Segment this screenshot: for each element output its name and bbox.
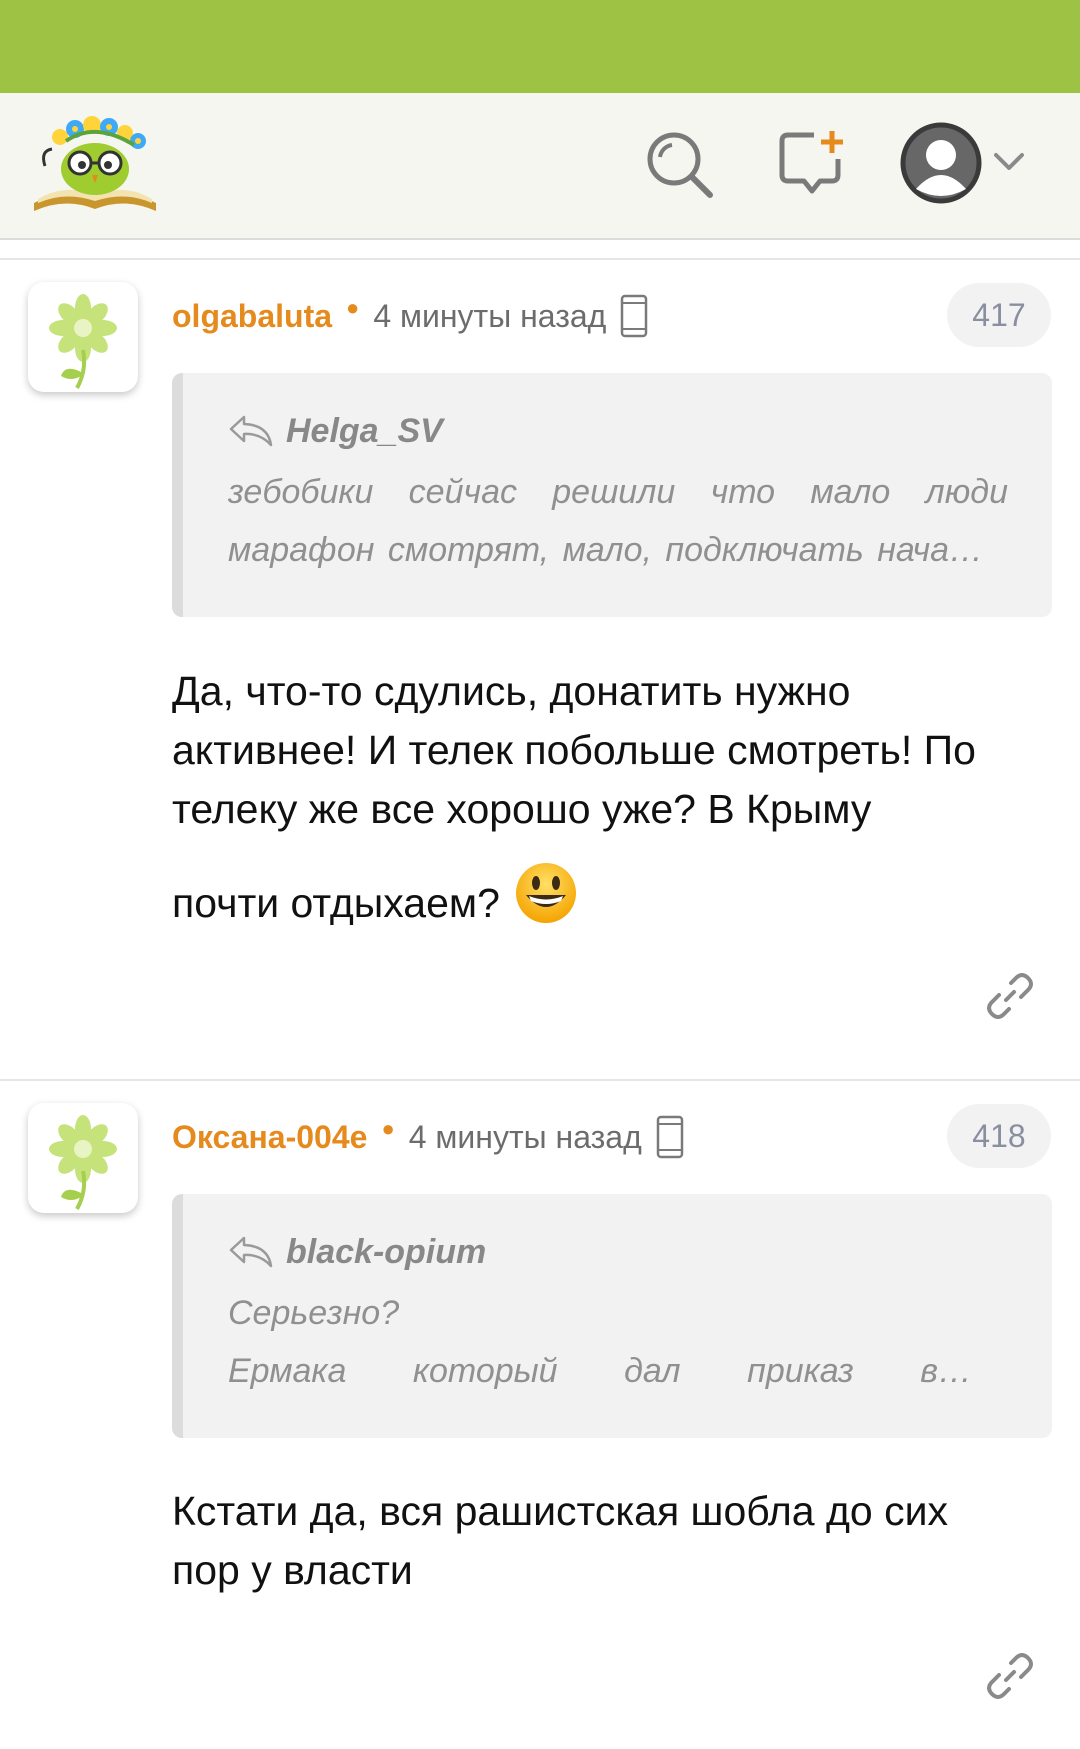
- quote-word: сейчас: [408, 473, 517, 511]
- reply-icon: [229, 415, 273, 447]
- quote-word: люди: [925, 473, 1008, 511]
- logo[interactable]: [30, 111, 160, 221]
- quote-block[interactable]: Helga_SV зебобики сейчас решили что мало…: [172, 373, 1052, 617]
- comment-author[interactable]: olgabaluta: [172, 298, 332, 335]
- quote-author: Helga_SV: [286, 411, 443, 450]
- flower-avatar-icon: [49, 1115, 117, 1210]
- chevron-down-icon: [994, 153, 1024, 170]
- quote-text-line: марафон смотрят, мало, подключать нача…: [228, 531, 984, 569]
- comment-author[interactable]: Оксана-004е: [172, 1119, 367, 1156]
- commenter-avatar[interactable]: [28, 282, 138, 392]
- comment-meta: Оксана-004е ● 4 минуты назад: [172, 1115, 684, 1159]
- mobile-phone-icon: [656, 1115, 684, 1159]
- author-dot: ●: [381, 1116, 395, 1141]
- user-menu-button[interactable]: [899, 121, 983, 205]
- divider: [0, 258, 1080, 260]
- status-bar: [0, 0, 1080, 93]
- divider: [0, 1079, 1080, 1081]
- mobile-phone-icon: [621, 294, 648, 338]
- quote-word: который: [412, 1352, 558, 1390]
- quote-word: Ермака: [228, 1352, 347, 1390]
- quote-word: мало: [810, 473, 891, 511]
- logo-owl-book-icon: [34, 116, 156, 211]
- comment-number[interactable]: 417: [947, 283, 1051, 347]
- comment-body-line: почти отдыхаем?: [172, 880, 500, 926]
- app-header: [0, 93, 1080, 240]
- comment-body: Да, что-то сдулись, донатить нужно актив…: [172, 662, 1052, 933]
- comment-body-line: Кстати да, вся рашистская шобла до сих: [172, 1488, 949, 1534]
- quote-text-line: зебобики сейчас решили что мало люди: [228, 473, 1008, 512]
- grinning-face-emoji: [515, 863, 576, 923]
- link-icon: [987, 1653, 1033, 1699]
- reply-icon: [229, 1236, 273, 1268]
- comment-body-line: пор у власти: [172, 1547, 413, 1593]
- author-dot: ●: [346, 295, 360, 320]
- search-button[interactable]: [644, 129, 716, 201]
- comment-body-line: Да, что-то сдулись, донатить нужно: [172, 668, 851, 714]
- comment-body-line: активнее! И телек побольше смотреть! По: [172, 727, 976, 773]
- quote-word: зебобики: [228, 473, 374, 511]
- comment-meta: olgabaluta ● 4 минуты назад: [172, 294, 648, 338]
- user-menu-chevron[interactable]: [992, 147, 1026, 177]
- quote-word: в…: [920, 1352, 972, 1390]
- search-icon: [647, 132, 713, 198]
- comment-body-line: телеку же все хорошо уже? В Крыму: [172, 786, 872, 832]
- commenter-avatar[interactable]: [28, 1103, 138, 1213]
- quote-text-line: Ермака который дал приказ в…: [228, 1352, 972, 1391]
- quote-word: что: [710, 473, 776, 511]
- comment-link-button[interactable]: [984, 1650, 1036, 1702]
- quote-word: дал: [624, 1352, 681, 1390]
- comment-body-line-wrap: почти отдыхаем?: [172, 861, 1052, 933]
- quote-text-line: Серьезно?: [228, 1294, 400, 1332]
- link-icon: [987, 973, 1033, 1019]
- quote-word: решили: [552, 473, 676, 511]
- comment-number[interactable]: 418: [947, 1104, 1051, 1168]
- comment-time: 4 минуты назад: [373, 297, 607, 334]
- comment-body: Кстати да, вся рашистская шобла до сих п…: [172, 1482, 1052, 1600]
- quote-word: приказ: [747, 1352, 854, 1390]
- new-message-icon: [779, 131, 843, 194]
- comment-time: 4 минуты назад: [408, 1118, 642, 1155]
- flower-avatar-icon: [49, 294, 117, 389]
- new-message-button[interactable]: [776, 129, 848, 201]
- user-avatar-icon: [900, 122, 982, 204]
- quote-block[interactable]: black-opium Серьезно? Ермака который дал…: [172, 1194, 1052, 1438]
- comment-link-button[interactable]: [984, 970, 1036, 1022]
- quote-author: black-opium: [286, 1232, 487, 1271]
- quote-author-row: Helga_SV: [228, 411, 443, 451]
- quote-author-row: black-opium: [228, 1232, 486, 1272]
